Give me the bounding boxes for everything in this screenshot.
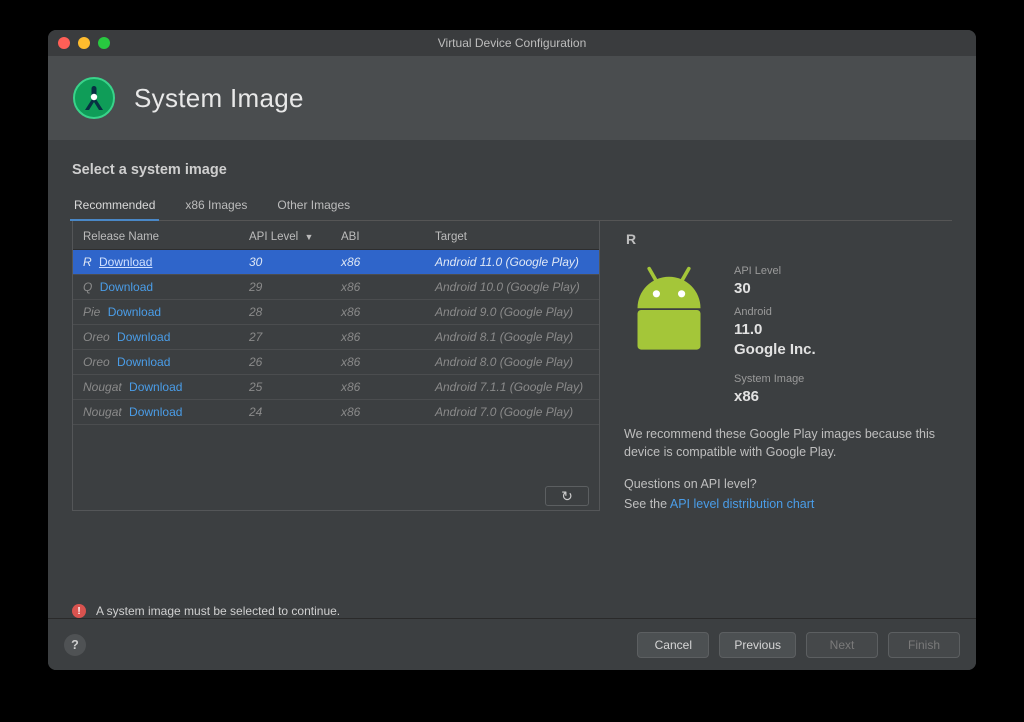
- image-details-panel: R: [600, 221, 952, 586]
- target-cell: Android 10.0 (Google Play): [425, 275, 599, 300]
- table-row[interactable]: Pie Download 28x86Android 9.0 (Google Pla…: [73, 300, 599, 325]
- api-level-label: API Level: [734, 265, 816, 277]
- dialog-footer: ? Cancel Previous Next Finish: [48, 618, 976, 670]
- target-cell: Android 7.0 (Google Play): [425, 400, 599, 425]
- help-button[interactable]: ?: [64, 634, 86, 656]
- window-title: Virtual Device Configuration: [48, 36, 976, 50]
- section-heading: Select a system image: [72, 162, 952, 178]
- tab-bar: Recommended x86 Images Other Images: [72, 192, 952, 221]
- system-image-table: Release Name API Level ▼ ABI Target R Do…: [72, 221, 600, 511]
- api-distribution-link[interactable]: API level distribution chart: [670, 497, 815, 511]
- release-name: Q: [83, 280, 92, 294]
- abi-cell: x86: [331, 400, 425, 425]
- download-link[interactable]: Download: [99, 255, 152, 269]
- previous-button[interactable]: Previous: [719, 632, 796, 658]
- api-level-cell: 29: [239, 275, 331, 300]
- api-level-cell: 27: [239, 325, 331, 350]
- download-link[interactable]: Download: [117, 330, 170, 344]
- target-cell: Android 8.1 (Google Play): [425, 325, 599, 350]
- download-link[interactable]: Download: [129, 405, 182, 419]
- col-abi[interactable]: ABI: [331, 225, 425, 250]
- refresh-icon: ↻: [561, 488, 573, 505]
- abi-cell: x86: [331, 325, 425, 350]
- title-bar: Virtual Device Configuration: [48, 30, 976, 56]
- table-row[interactable]: Oreo Download 27x86Android 8.1 (Google Pl…: [73, 325, 599, 350]
- tab-other-images[interactable]: Other Images: [275, 192, 352, 220]
- close-icon[interactable]: [58, 37, 70, 49]
- table-row[interactable]: R Download 30x86Android 11.0 (Google Play…: [73, 250, 599, 275]
- error-icon: !: [72, 604, 86, 618]
- zoom-icon[interactable]: [98, 37, 110, 49]
- page-title: System Image: [134, 83, 304, 114]
- dialog-header: System Image: [48, 56, 976, 140]
- abi-cell: x86: [331, 300, 425, 325]
- api-level-value: 30: [734, 280, 816, 297]
- cancel-button[interactable]: Cancel: [637, 632, 709, 658]
- vendor-value: Google Inc.: [734, 341, 816, 358]
- col-api-level-label: API Level: [249, 231, 298, 243]
- col-api-level[interactable]: API Level ▼: [239, 225, 331, 250]
- api-level-cell: 28: [239, 300, 331, 325]
- release-name: Pie: [83, 305, 100, 319]
- target-cell: Android 11.0 (Google Play): [425, 250, 599, 275]
- dialog-window: Virtual Device Configuration System Imag…: [48, 30, 976, 670]
- release-name: Oreo: [83, 330, 110, 344]
- tab-recommended[interactable]: Recommended: [72, 192, 157, 220]
- col-target[interactable]: Target: [425, 225, 599, 250]
- abi-cell: x86: [331, 250, 425, 275]
- table-row[interactable]: Oreo Download 26x86Android 8.0 (Google Pl…: [73, 350, 599, 375]
- refresh-button[interactable]: ↻: [545, 486, 589, 506]
- minimize-icon[interactable]: [78, 37, 90, 49]
- table-row[interactable]: Q Download 29x86Android 10.0 (Google Play…: [73, 275, 599, 300]
- api-level-cell: 25: [239, 375, 331, 400]
- table-row[interactable]: Nougat Download 25x86Android 7.1.1 (Googl…: [73, 375, 599, 400]
- see-prefix: See the: [624, 497, 670, 511]
- next-button: Next: [806, 632, 878, 658]
- android-studio-logo-icon: [72, 76, 116, 120]
- details-heading: R: [626, 231, 946, 247]
- col-release-name[interactable]: Release Name: [73, 225, 239, 250]
- abi-cell: x86: [331, 275, 425, 300]
- table-row[interactable]: Nougat Download 24x86Android 7.0 (Google …: [73, 400, 599, 425]
- download-link[interactable]: Download: [129, 380, 182, 394]
- api-level-cell: 24: [239, 400, 331, 425]
- dialog-body: Select a system image Recommended x86 Ima…: [48, 140, 976, 618]
- api-level-cell: 26: [239, 350, 331, 375]
- android-label: Android: [734, 306, 816, 318]
- abi-cell: x86: [331, 350, 425, 375]
- api-question-text: Questions on API level?: [624, 475, 946, 493]
- release-name: Nougat: [83, 405, 122, 419]
- api-level-cell: 30: [239, 250, 331, 275]
- release-name: Oreo: [83, 355, 110, 369]
- android-version-value: 11.0: [734, 321, 816, 338]
- download-link[interactable]: Download: [100, 280, 153, 294]
- warning-text: A system image must be selected to conti…: [96, 604, 340, 618]
- download-link[interactable]: Download: [117, 355, 170, 369]
- download-link[interactable]: Download: [108, 305, 161, 319]
- target-cell: Android 8.0 (Google Play): [425, 350, 599, 375]
- android-robot-icon: [624, 265, 714, 355]
- finish-button: Finish: [888, 632, 960, 658]
- target-cell: Android 9.0 (Google Play): [425, 300, 599, 325]
- sort-desc-icon: ▼: [304, 232, 313, 242]
- validation-warning: ! A system image must be selected to con…: [72, 604, 952, 618]
- abi-cell: x86: [331, 375, 425, 400]
- system-image-value: x86: [734, 388, 816, 405]
- target-cell: Android 7.1.1 (Google Play): [425, 375, 599, 400]
- system-image-label: System Image: [734, 373, 816, 385]
- tab-x86-images[interactable]: x86 Images: [183, 192, 249, 220]
- recommendation-text: We recommend these Google Play images be…: [624, 425, 946, 461]
- window-controls: [58, 37, 110, 49]
- release-name: R: [83, 255, 92, 269]
- image-list-panel: Release Name API Level ▼ ABI Target R Do…: [72, 221, 600, 586]
- release-name: Nougat: [83, 380, 122, 394]
